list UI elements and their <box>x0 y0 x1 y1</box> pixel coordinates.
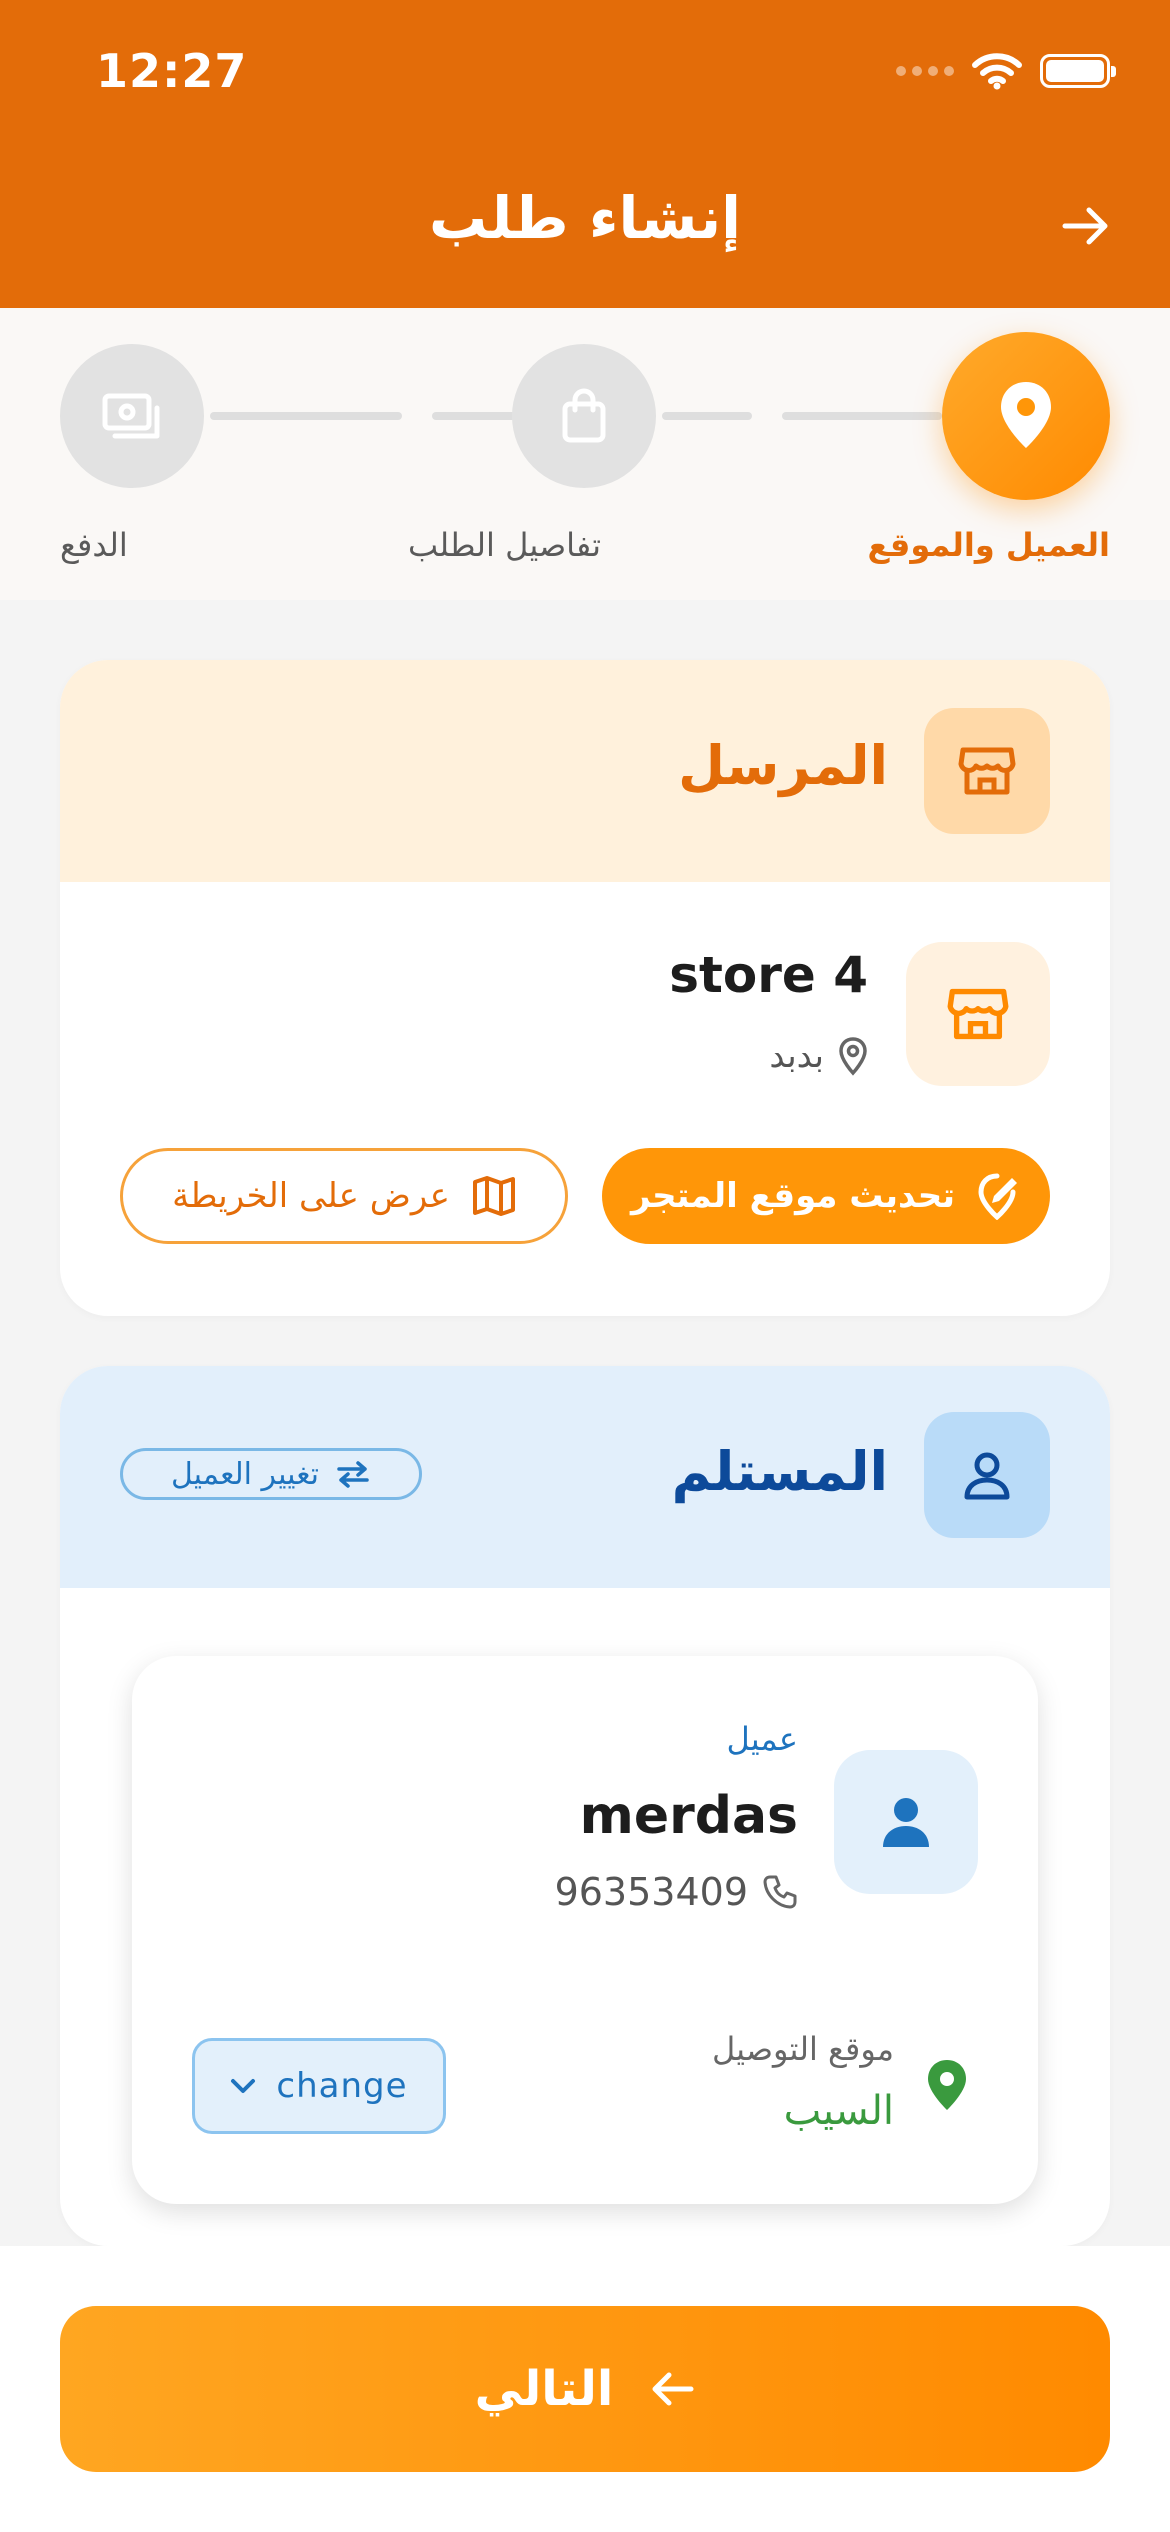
arrow-right-icon <box>1062 207 1108 245</box>
step-order-details[interactable] <box>512 344 656 488</box>
customer-phone: 96353409 <box>555 1870 798 1914</box>
step-label-order-details: تفاصيل الطلب <box>408 526 601 564</box>
receiver-title: المستلم <box>671 1440 888 1503</box>
store-icon <box>958 747 1016 795</box>
step-customer-location[interactable] <box>942 332 1110 500</box>
edit-location-icon <box>978 1173 1017 1220</box>
change-location-button[interactable]: change <box>192 2038 446 2134</box>
user-icon <box>883 1798 929 1847</box>
step-connector <box>782 412 942 420</box>
user-outline-icon <box>964 1452 1010 1500</box>
customer-avatar <box>834 1750 978 1894</box>
phone-icon <box>763 1875 797 1909</box>
step-connector <box>662 412 752 420</box>
delivery-location-value: السيب <box>783 2088 894 2134</box>
sender-icon-tile <box>924 708 1050 834</box>
wifi-icon <box>972 53 1022 90</box>
map-icon <box>472 1176 515 1216</box>
step-connector <box>432 412 516 420</box>
next-label: التالي <box>474 2361 614 2417</box>
step-label-payment: الدفع <box>60 526 128 564</box>
update-store-location-label: تحديث موقع المتجر <box>631 1176 955 1216</box>
customer-phone-number: 96353409 <box>554 1870 748 1914</box>
shopping-bag-icon <box>562 388 606 443</box>
change-customer-button[interactable]: تغيير العميل <box>120 1448 422 1500</box>
view-on-map-label: عرض على الخريطة <box>172 1176 450 1216</box>
map-pin-outline-icon <box>839 1037 867 1076</box>
chevron-down-icon <box>231 2079 256 2093</box>
arrow-left-icon <box>652 2372 694 2406</box>
store-icon <box>947 988 1009 1040</box>
receiver-icon-tile <box>924 1412 1050 1538</box>
location-pin-icon <box>1001 382 1051 448</box>
change-location-label: change <box>276 2066 408 2106</box>
sender-title: المرسل <box>678 734 888 797</box>
update-store-location-button[interactable]: تحديث موقع المتجر <box>602 1148 1050 1244</box>
store-name: store 4 <box>669 946 868 1004</box>
status-icons <box>896 52 1116 90</box>
signal-icon <box>896 66 954 76</box>
store-location-text: بدبد <box>769 1036 824 1076</box>
step-payment[interactable] <box>60 344 204 488</box>
next-button[interactable]: التالي <box>60 2306 1110 2472</box>
store-location: بدبد <box>769 1036 868 1076</box>
page-title: إنشاء طلب <box>428 184 741 252</box>
step-connector <box>210 412 402 420</box>
status-time: 12:27 <box>96 44 248 98</box>
step-label-customer-location: العميل والموقع <box>867 526 1110 564</box>
swap-arrows-icon <box>337 1461 369 1488</box>
view-on-map-button[interactable]: عرض على الخريطة <box>120 1148 568 1244</box>
battery-icon <box>1040 54 1116 88</box>
delivery-location-label: موقع التوصيل <box>711 2030 894 2068</box>
cash-icon <box>102 393 160 439</box>
delivery-pin-icon <box>928 2060 966 2110</box>
store-icon-tile <box>906 942 1050 1086</box>
back-button[interactable] <box>1050 190 1122 262</box>
customer-name: merdas <box>579 1786 798 1846</box>
customer-type-label: عميل <box>726 1720 798 1758</box>
change-customer-label: تغيير العميل <box>170 1456 320 1492</box>
